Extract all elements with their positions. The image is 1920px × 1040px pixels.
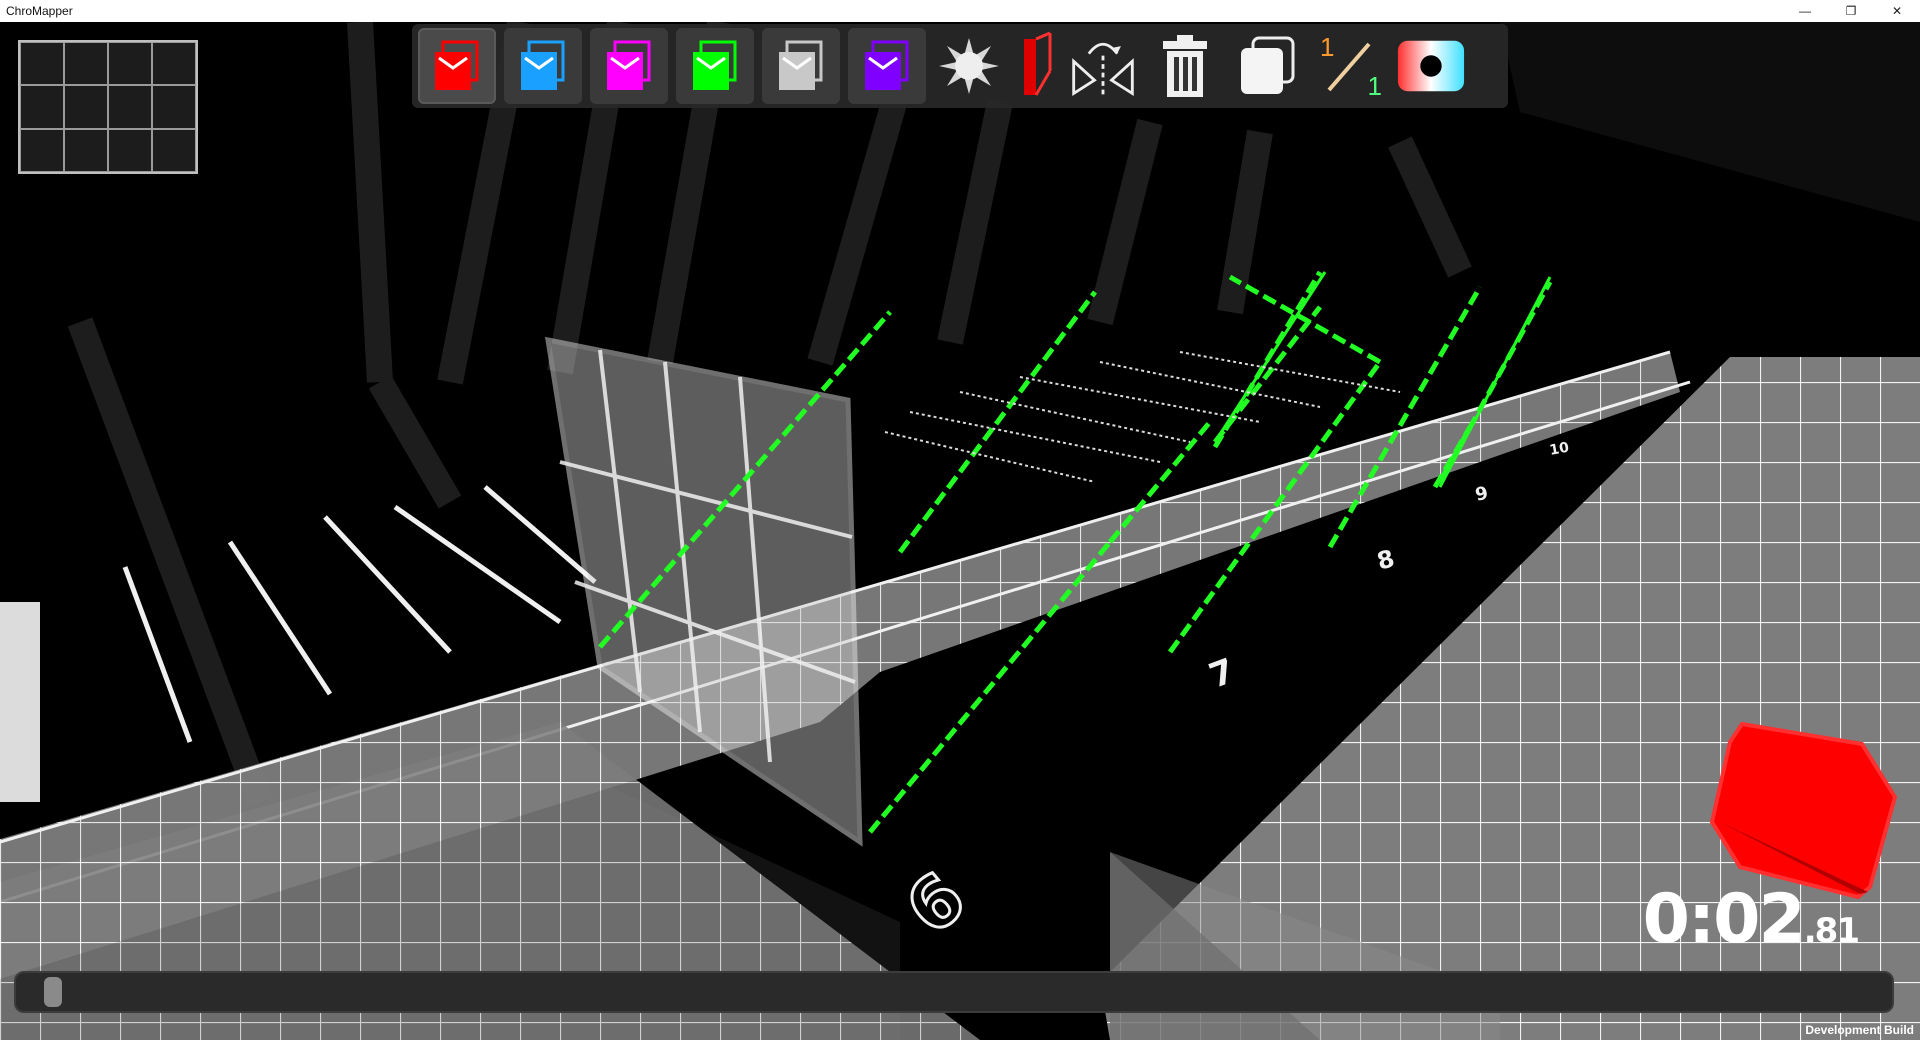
color-picker-icon xyxy=(1397,40,1465,92)
precision-placement-tool[interactable] xyxy=(1232,28,1302,104)
white-note-icon xyxy=(779,40,823,90)
mirror-tool[interactable] xyxy=(1068,28,1138,104)
fraction-bottom: 1 xyxy=(1367,71,1382,101)
minimap-cell[interactable] xyxy=(108,42,152,86)
wall-tool[interactable] xyxy=(1016,28,1056,104)
minimap-cell[interactable] xyxy=(20,128,64,172)
minimap-cell[interactable] xyxy=(20,42,64,86)
precision-fraction-tool[interactable]: 1 1 xyxy=(1314,28,1384,104)
red-note-tool[interactable] xyxy=(418,28,496,104)
blue-note-tool[interactable] xyxy=(504,28,582,104)
white-note-tool[interactable] xyxy=(762,28,840,104)
beat-label-9: 9 xyxy=(1473,483,1490,506)
restore-button[interactable]: ❐ xyxy=(1828,0,1874,22)
square-icon xyxy=(1241,36,1295,94)
beat-label-8: 8 xyxy=(1374,544,1397,575)
minimap-cell[interactable] xyxy=(152,85,196,129)
purple-note-icon xyxy=(865,40,909,90)
red-note-icon xyxy=(435,40,479,90)
trash-icon xyxy=(1163,35,1207,97)
close-button[interactable]: ✕ xyxy=(1874,0,1920,22)
beat-label-10: 10 xyxy=(1548,440,1570,459)
song-timer: 0:02.81 xyxy=(1642,880,1860,959)
minimap-cell[interactable] xyxy=(20,85,64,129)
delete-tool[interactable] xyxy=(1150,28,1220,104)
mirror-icon xyxy=(1072,42,1134,97)
green-note-icon xyxy=(693,40,737,90)
beat-label-6: 6 xyxy=(891,856,981,950)
lane-minimap[interactable] xyxy=(18,40,198,174)
minimap-cell[interactable] xyxy=(64,85,108,129)
timer-fraction: .81 xyxy=(1803,911,1860,951)
bomb-icon xyxy=(939,38,999,94)
minimap-cell[interactable] xyxy=(64,42,108,86)
scrubber-handle[interactable] xyxy=(44,977,62,1007)
left-pillar xyxy=(0,602,40,802)
minimap-cell[interactable] xyxy=(108,128,152,172)
development-build-label: Development Build xyxy=(1805,1023,1914,1037)
timeline-scrubber[interactable] xyxy=(14,971,1894,1013)
placement-toolbar: 1 1 xyxy=(412,24,1508,108)
minimap-cell[interactable] xyxy=(152,128,196,172)
bomb-tool[interactable] xyxy=(934,28,1004,104)
minimap-cell[interactable] xyxy=(108,85,152,129)
timer-main: 0:02 xyxy=(1642,880,1806,959)
magenta-note-tool[interactable] xyxy=(590,28,668,104)
beat-label-7: 7 xyxy=(1204,651,1240,697)
minimize-button[interactable]: — xyxy=(1782,0,1828,22)
wall-icon xyxy=(1024,31,1052,96)
minimap-cell[interactable] xyxy=(152,42,196,86)
color-picker-tool[interactable] xyxy=(1396,28,1466,104)
fraction-top: 1 xyxy=(1320,32,1335,62)
green-note-tool[interactable] xyxy=(676,28,754,104)
window-title: ChroMapper xyxy=(6,4,73,18)
window-titlebar: ChroMapper — ❐ ✕ xyxy=(0,0,1920,22)
magenta-note-icon xyxy=(607,40,651,90)
minimap-cell[interactable] xyxy=(64,128,108,172)
purple-note-tool[interactable] xyxy=(848,28,926,104)
blue-note-icon xyxy=(521,40,565,90)
editor-3d-viewport[interactable]: 6 7 8 9 10 xyxy=(0,22,1920,1040)
